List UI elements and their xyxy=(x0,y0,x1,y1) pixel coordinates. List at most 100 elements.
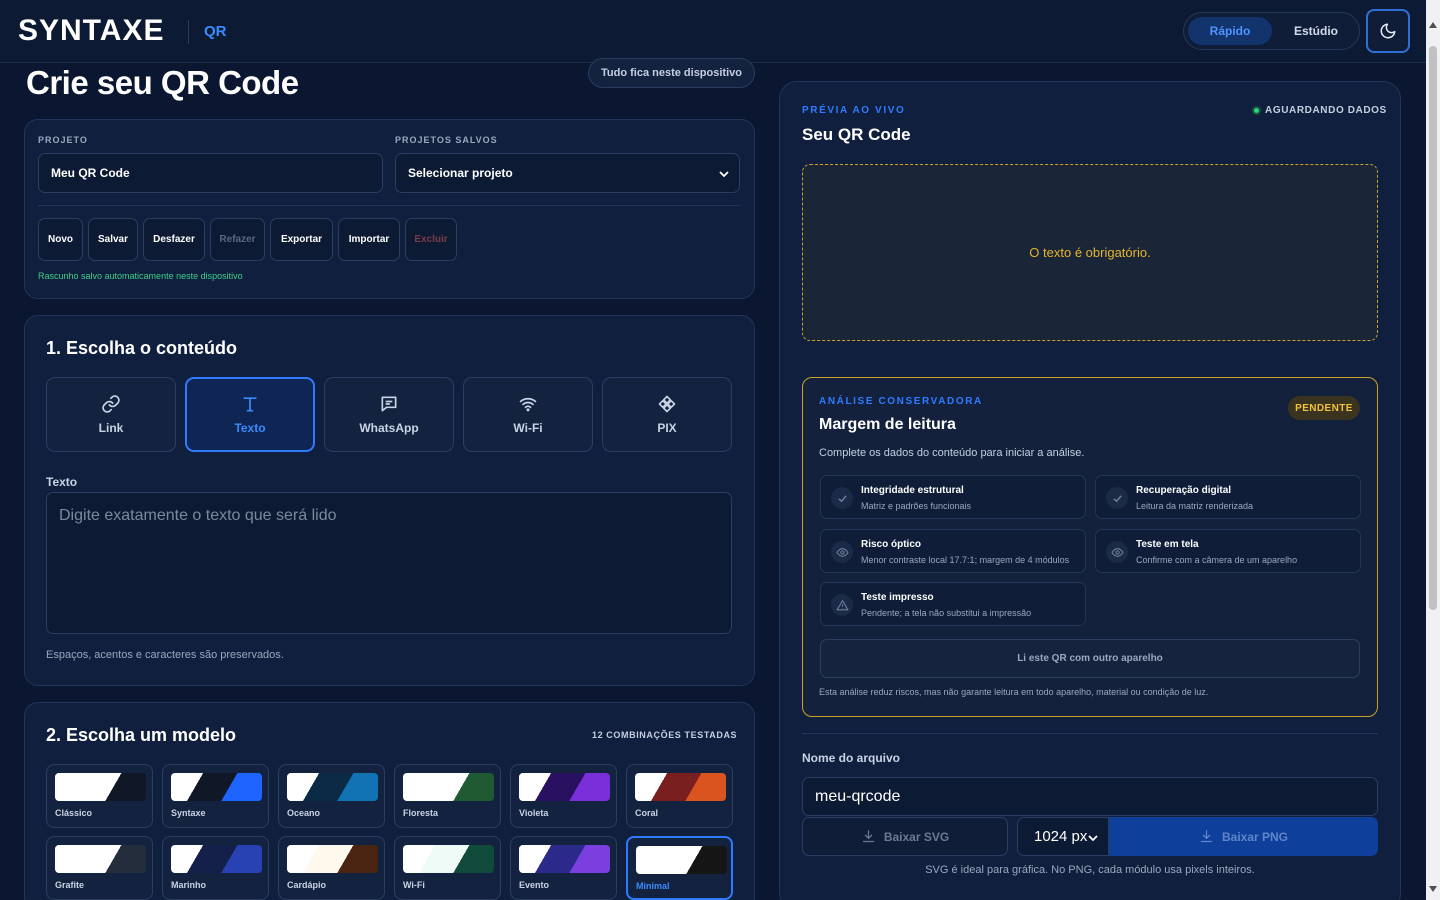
saved-projects-select[interactable]: Selecionar projeto xyxy=(395,153,740,193)
check-print-test: Teste impresso Pendente; a tela não subs… xyxy=(820,582,1086,626)
download-png-button[interactable]: Baixar PNG xyxy=(1109,817,1378,856)
model-option[interactable]: Minimal xyxy=(626,836,733,900)
model-swatch xyxy=(519,773,610,801)
delete-button[interactable]: Excluir xyxy=(405,218,457,261)
model-name: Marinho xyxy=(171,880,206,890)
model-option[interactable]: Marinho xyxy=(162,836,269,900)
check-subtitle: Matriz e padrões funcionais xyxy=(861,501,972,511)
model-option[interactable]: Violeta xyxy=(510,764,617,828)
type-whatsapp-label: WhatsApp xyxy=(359,421,419,435)
export-note: SVG é ideal para gráfica. No PNG, cada m… xyxy=(925,864,1255,876)
check-title: Risco óptico xyxy=(861,539,922,550)
download-icon xyxy=(1200,830,1213,843)
model-name: Clássico xyxy=(55,808,93,818)
model-option[interactable]: Syntaxe xyxy=(162,764,269,828)
chevron-down-icon xyxy=(719,171,729,178)
check-subtitle: Leitura da matriz renderizada xyxy=(1136,501,1254,511)
model-swatch xyxy=(171,845,262,873)
type-pix-button[interactable]: PIX xyxy=(602,377,732,452)
model-option[interactable]: Clássico xyxy=(46,764,153,828)
type-texto-label: Texto xyxy=(234,421,266,435)
type-link-label: Link xyxy=(98,421,124,435)
new-button[interactable]: Novo xyxy=(38,218,83,261)
combinations-count: 12 COMBINAÇÕES TESTADAS xyxy=(592,730,738,740)
type-wifi-button[interactable]: Wi-Fi xyxy=(463,377,593,452)
status-dot-icon xyxy=(1252,106,1261,115)
import-button[interactable]: Importar xyxy=(338,218,400,261)
pix-icon xyxy=(658,395,676,413)
scroll-down-arrow[interactable] xyxy=(1429,886,1437,892)
model-option[interactable]: Grafite xyxy=(46,836,153,900)
theme-toggle-button[interactable] xyxy=(1366,9,1410,53)
brand-divider xyxy=(188,20,189,44)
type-pix-label: PIX xyxy=(657,421,677,435)
download-svg-button[interactable]: Baixar SVG xyxy=(802,817,1008,856)
autosave-status: Rascunho salvo automaticamente neste dis… xyxy=(38,271,243,281)
model-option[interactable]: Floresta xyxy=(394,764,501,828)
analysis-title: Margem de leitura xyxy=(819,416,956,433)
model-option[interactable]: Coral xyxy=(626,764,733,828)
read-confirm-button[interactable]: Li este QR com outro aparelho xyxy=(820,639,1360,678)
download-icon xyxy=(862,830,874,843)
model-name: Grafite xyxy=(55,880,85,890)
file-name-input[interactable]: meu-qrcode xyxy=(802,777,1378,816)
type-whatsapp-button[interactable]: WhatsApp xyxy=(324,377,454,452)
redo-button[interactable]: Refazer xyxy=(210,218,265,261)
text-field-label: Texto xyxy=(46,475,78,489)
preview-status-text: AGUARDANDO DADOS xyxy=(1265,105,1387,116)
model-swatch xyxy=(55,773,146,801)
pending-badge: PENDENTE xyxy=(1288,396,1360,420)
model-name: Minimal xyxy=(636,881,670,891)
check-digital-recovery: Recuperação digital Leitura da matriz re… xyxy=(1095,475,1361,519)
saved-projects-value: Selecionar projeto xyxy=(408,166,513,180)
download-svg-label: Baixar SVG xyxy=(883,829,950,844)
link-icon xyxy=(102,395,120,413)
scroll-up-arrow[interactable] xyxy=(1429,22,1437,28)
mode-estudio-button[interactable]: Estúdio xyxy=(1276,17,1356,45)
project-name-input[interactable]: Meu QR Code xyxy=(38,153,383,193)
export-button[interactable]: Exportar xyxy=(270,218,333,261)
analysis-disclaimer: Esta análise reduz riscos, mas não garan… xyxy=(819,687,1209,697)
wifi-icon xyxy=(519,397,537,412)
model-name: Evento xyxy=(519,880,550,890)
type-wifi-label: Wi-Fi xyxy=(513,421,543,435)
mode-rapido-button[interactable]: Rápido xyxy=(1188,17,1272,45)
top-bar: SYNTAXE QR Rápido Estúdio xyxy=(0,0,1426,63)
model-swatch xyxy=(287,845,378,873)
check-icon xyxy=(831,487,853,509)
model-name: Syntaxe xyxy=(171,808,206,818)
file-name-label: Nome do arquivo xyxy=(802,751,901,765)
model-swatch xyxy=(171,773,262,801)
content-section-title: 1. Escolha o conteúdo xyxy=(46,338,238,358)
type-texto-button[interactable]: Texto xyxy=(185,377,315,452)
model-swatch xyxy=(287,773,378,801)
scrollbar[interactable] xyxy=(1426,0,1440,900)
png-size-select[interactable]: 1024 px xyxy=(1017,817,1109,856)
model-option[interactable]: Wi-Fi xyxy=(394,836,501,900)
type-link-button[interactable]: Link xyxy=(46,377,176,452)
brand-logo[interactable]: SYNTAXE xyxy=(18,14,164,48)
check-subtitle: Confirme com a câmera de um aparelho xyxy=(1136,555,1298,565)
text-content-textarea[interactable]: Digite exatamente o texto que será lido xyxy=(46,492,732,634)
model-swatch xyxy=(55,845,146,873)
undo-button[interactable]: Desfazer xyxy=(143,218,205,261)
save-button[interactable]: Salvar xyxy=(88,218,138,261)
model-option[interactable]: Oceano xyxy=(278,764,385,828)
project-divider xyxy=(38,205,740,206)
text-icon xyxy=(243,397,257,412)
analysis-eyebrow: ANÁLISE CONSERVADORA xyxy=(819,396,983,407)
check-title: Recuperação digital xyxy=(1136,485,1232,496)
check-subtitle: Menor contraste local 17.7:1; margem de … xyxy=(861,555,1070,565)
model-swatch xyxy=(636,846,727,874)
preview-title: Seu QR Code xyxy=(802,125,911,144)
project-label: PROJETO xyxy=(38,135,88,145)
model-option[interactable]: Evento xyxy=(510,836,617,900)
check-integrity: Integridade estrutural Matriz e padrões … xyxy=(820,475,1086,519)
check-subtitle: Pendente; a tela não substitui a impress… xyxy=(861,608,1032,618)
model-option[interactable]: Cardápio xyxy=(278,836,385,900)
check-title: Teste impresso xyxy=(861,592,934,603)
model-swatch xyxy=(403,773,494,801)
scroll-thumb[interactable] xyxy=(1429,46,1437,610)
download-png-label: Baixar PNG xyxy=(1221,829,1289,844)
png-size-value: 1024 px xyxy=(1034,828,1088,845)
